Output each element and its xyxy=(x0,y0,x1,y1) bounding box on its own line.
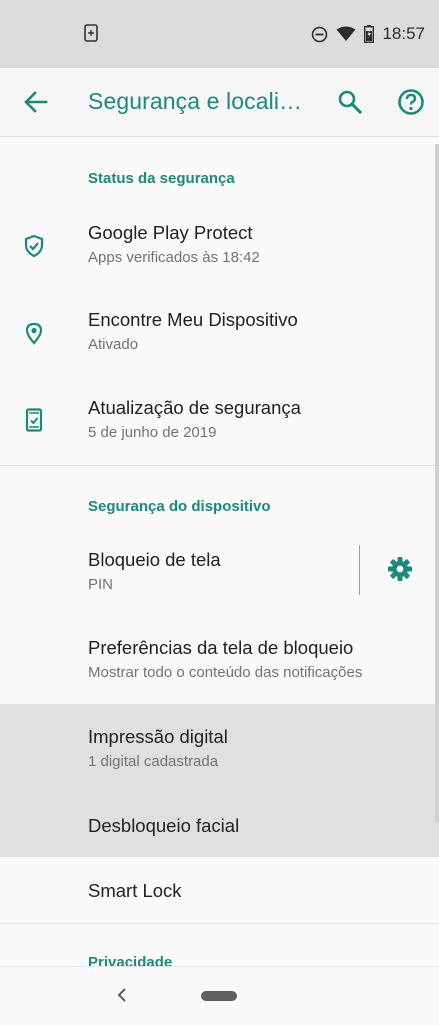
shield-check-icon xyxy=(24,234,44,258)
screenshot-icon xyxy=(84,24,98,42)
settings-list[interactable]: Status da segurança Google Play Protect … xyxy=(0,137,439,967)
pref-screen-lock[interactable]: Bloqueio de tela PIN xyxy=(0,534,439,622)
pref-summary: Apps verificados às 18:42 xyxy=(88,249,260,266)
pref-summary: 5 de junho de 2019 xyxy=(88,424,217,441)
status-time: 18:57 xyxy=(382,24,425,43)
pref-fingerprint[interactable]: Impressão digital 1 digital cadastrada xyxy=(0,704,439,791)
pref-title: Encontre Meu Dispositivo xyxy=(88,309,298,330)
help-icon[interactable] xyxy=(396,87,426,117)
pref-summary: 1 digital cadastrada xyxy=(88,753,219,770)
pref-summary: Mostrar todo o conteúdo das notificações xyxy=(88,664,363,681)
pref-smart-lock[interactable]: Smart Lock xyxy=(0,857,439,923)
navigation-bar xyxy=(0,966,439,1025)
pref-lock-screen-preferences[interactable]: Preferências da tela de bloqueio Mostrar… xyxy=(0,622,439,704)
nav-back-icon[interactable] xyxy=(115,987,129,1003)
divider xyxy=(0,923,439,924)
pref-summary: Ativado xyxy=(88,336,139,353)
pref-face-unlock[interactable]: Desbloqueio facial xyxy=(0,791,439,857)
pref-title: Desbloqueio facial xyxy=(88,815,240,836)
vertical-divider xyxy=(359,545,360,595)
location-pin-icon xyxy=(25,322,43,345)
phone-update-icon xyxy=(25,408,43,432)
page-title: Segurança e locali… xyxy=(88,88,303,114)
divider xyxy=(0,465,439,466)
pref-title: Preferências da tela de bloqueio xyxy=(88,637,354,658)
section-header-device-security: Segurança do dispositivo xyxy=(88,498,271,515)
pref-title: Impressão digital xyxy=(88,726,228,747)
gear-icon[interactable] xyxy=(387,556,413,582)
pref-title: Smart Lock xyxy=(88,880,182,901)
pref-find-my-device[interactable]: Encontre Meu Dispositivo Ativado xyxy=(0,291,439,379)
section-header-security-status: Status da segurança xyxy=(88,170,235,187)
nav-home-pill[interactable] xyxy=(201,991,237,1001)
dnd-icon xyxy=(312,26,328,42)
pref-title: Google Play Protect xyxy=(88,222,253,243)
pref-summary: PIN xyxy=(88,576,114,593)
pref-google-play-protect[interactable]: Google Play Protect Apps verificados às … xyxy=(0,205,439,291)
pref-security-update[interactable]: Atualização de segurança 5 de junho de 2… xyxy=(0,379,439,465)
pref-title: Atualização de segurança xyxy=(88,397,301,418)
scrollbar[interactable] xyxy=(435,144,439,822)
status-icons: 18:57 xyxy=(311,24,425,44)
app-bar: Segurança e locali… xyxy=(0,68,439,137)
battery-charging-icon xyxy=(364,25,375,43)
search-icon[interactable] xyxy=(336,88,364,116)
wifi-icon xyxy=(336,26,356,41)
pref-title: Bloqueio de tela xyxy=(88,549,221,570)
status-bar: 18:57 xyxy=(0,0,439,68)
back-arrow-icon[interactable] xyxy=(22,88,50,116)
